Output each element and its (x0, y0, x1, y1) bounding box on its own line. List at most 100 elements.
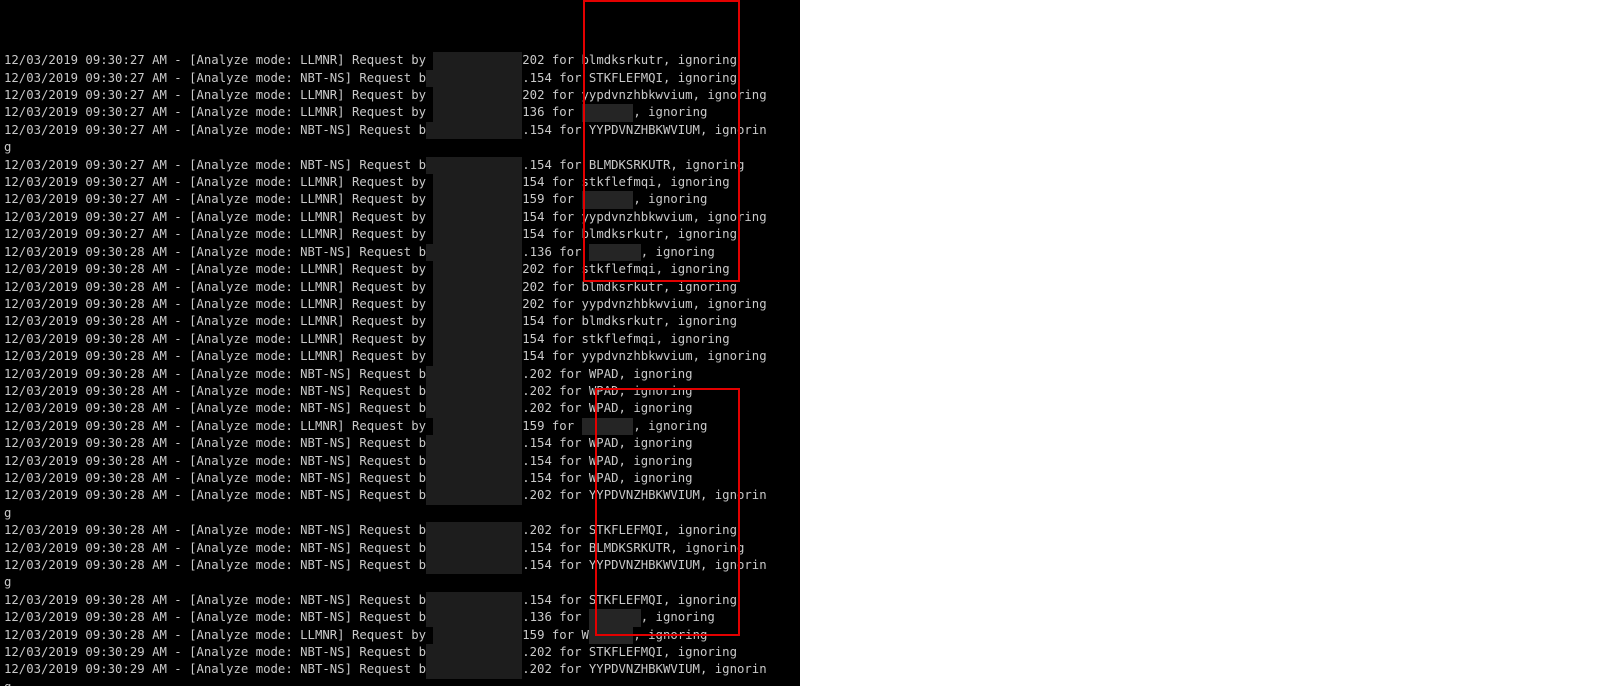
log-line: 12/03/2019 09:30:28 AM - [Analyze mode: … (4, 470, 800, 487)
log-host: yypdvnzhbkwvium (582, 297, 693, 311)
log-mode: LLMNR (300, 227, 337, 241)
log-sep: - [Analyze mode: (167, 454, 300, 468)
log-sep: - [Analyze mode: (167, 436, 300, 450)
log-sep: ] Request by (337, 88, 433, 102)
log-sep: ] Request by (337, 332, 433, 346)
redacted-segment: XXXXXXXXXXXXX (426, 609, 522, 626)
log-ignoring: , ignoring (693, 210, 767, 224)
log-ignoring: , ignoring (693, 88, 767, 102)
log-mode: LLMNR (300, 349, 337, 363)
log-sep: - [Analyze mode: (167, 71, 300, 85)
log-ignoring: g (4, 140, 11, 154)
redacted-segment: XXXXXXXXXXXXX (426, 487, 522, 504)
log-sep: - [Analyze mode: (167, 419, 300, 433)
log-line: 12/03/2019 09:30:28 AM - [Analyze mode: … (4, 383, 800, 400)
log-ip: .202 (522, 384, 552, 398)
terminal-output: 12/03/2019 09:30:27 AM - [Analyze mode: … (0, 0, 800, 686)
log-ip: 202 (522, 53, 544, 67)
log-timestamp: 12/03/2019 09:30:28 AM (4, 280, 167, 294)
log-ignoring: , ignoring (619, 401, 693, 415)
log-host: blmdksrkutr (582, 280, 663, 294)
log-sep: - [Analyze mode: (167, 628, 300, 642)
log-sep: ] Request by (337, 297, 433, 311)
log-host: yypdvnzhbkwvium (582, 88, 693, 102)
log-sep: ] Request b (345, 71, 426, 85)
log-host: blmdksrkutr (582, 314, 663, 328)
log-timestamp: 12/03/2019 09:30:27 AM (4, 227, 167, 241)
log-sep: - [Analyze mode: (167, 175, 300, 189)
log-host: WPAD (589, 367, 619, 381)
log-host: blmdksrkutr (582, 227, 663, 241)
log-sep: - [Analyze mode: (167, 245, 300, 259)
log-sep: - [Analyze mode: (167, 314, 300, 328)
log-mode: NBT-NS (300, 71, 344, 85)
redacted-segment: XXXXXXXXXXXXX (426, 644, 522, 661)
log-host: WPAD (589, 401, 619, 415)
log-mode: NBT-NS (300, 593, 344, 607)
log-sep: for (552, 541, 589, 555)
log-ignoring: , ignoring (641, 610, 715, 624)
log-ignoring: , ignoring (619, 384, 693, 398)
log-timestamp: 12/03/2019 09:30:28 AM (4, 419, 167, 433)
log-host: stkflefmqi (582, 175, 656, 189)
log-line: 12/03/2019 09:30:28 AM - [Analyze mode: … (4, 453, 800, 470)
log-sep: ] Request b (345, 454, 426, 468)
log-sep: for (544, 297, 581, 311)
log-ignoring: , ignoring (663, 53, 737, 67)
log-line: 12/03/2019 09:30:27 AM - [Analyze mode: … (4, 226, 800, 243)
log-ignoring: g (4, 575, 11, 589)
log-timestamp: 12/03/2019 09:30:28 AM (4, 593, 167, 607)
log-timestamp: 12/03/2019 09:30:28 AM (4, 384, 167, 398)
log-sep: - [Analyze mode: (167, 332, 300, 346)
log-sep: for (552, 523, 589, 537)
redacted-segment: XXXXXXXXXXXX (433, 348, 522, 365)
log-line: 12/03/2019 09:30:29 AM - [Analyze mode: … (4, 644, 800, 661)
log-line: 12/03/2019 09:30:27 AM - [Analyze mode: … (4, 87, 800, 104)
log-mode: NBT-NS (300, 367, 344, 381)
log-ignoring: , ignoring (641, 245, 715, 259)
log-mode: LLMNR (300, 175, 337, 189)
log-sep: ] Request by (337, 53, 433, 67)
redacted-segment: XXXXXXXXXXXX (433, 191, 522, 208)
log-ip: 202 (522, 88, 544, 102)
redacted-segment: XXXXXXXXXXXXX (426, 522, 522, 539)
log-sep: ] Request by (337, 175, 433, 189)
redacted-segment: XXXXXXXXXXXX (433, 52, 522, 69)
log-sep: ] Request b (345, 123, 426, 137)
log-line: 12/03/2019 09:30:28 AM - [Analyze mode: … (4, 279, 800, 296)
log-sep: - [Analyze mode: (167, 593, 300, 607)
log-sep: - [Analyze mode: (167, 645, 300, 659)
log-ignoring: , ignoring (663, 227, 737, 241)
log-ignoring: , ignoring (619, 367, 693, 381)
log-ignoring: , ignoring (670, 541, 744, 555)
log-sep: ] Request b (345, 610, 426, 624)
log-line-wrap: g (4, 574, 800, 591)
log-ignoring: , ignoring (663, 645, 737, 659)
log-mode: NBT-NS (300, 401, 344, 415)
log-sep: - [Analyze mode: (167, 280, 300, 294)
log-timestamp: 12/03/2019 09:30:28 AM (4, 628, 167, 642)
log-ip: 202 (522, 297, 544, 311)
log-mode: LLMNR (300, 262, 337, 276)
log-host: WPAD (589, 436, 619, 450)
log-ignoring: , ignoring (670, 158, 744, 172)
redacted-segment: XXXXXXXXXXXX (433, 313, 522, 330)
log-timestamp: 12/03/2019 09:30:27 AM (4, 71, 167, 85)
log-sep: for (552, 610, 589, 624)
log-sep: - [Analyze mode: (167, 488, 300, 502)
log-sep: ] Request b (345, 645, 426, 659)
log-mode: LLMNR (300, 297, 337, 311)
log-host: YYPDVNZHBKWVIUM (589, 123, 700, 137)
redacted-segment: XXXXXXXXXXXXX (426, 400, 522, 417)
log-ignoring: , ignoring (633, 105, 707, 119)
log-sep: ] Request by (337, 628, 433, 642)
log-sep: for (544, 332, 581, 346)
log-line: 12/03/2019 09:30:27 AM - [Analyze mode: … (4, 52, 800, 69)
log-ip: 202 (522, 280, 544, 294)
log-sep: - [Analyze mode: (167, 105, 300, 119)
log-sep: - [Analyze mode: (167, 367, 300, 381)
redacted-segment: XXXXXXXXXXXX (433, 104, 522, 121)
log-sep: - [Analyze mode: (167, 662, 300, 676)
log-sep: for (544, 227, 581, 241)
log-line: 12/03/2019 09:30:28 AM - [Analyze mode: … (4, 366, 800, 383)
